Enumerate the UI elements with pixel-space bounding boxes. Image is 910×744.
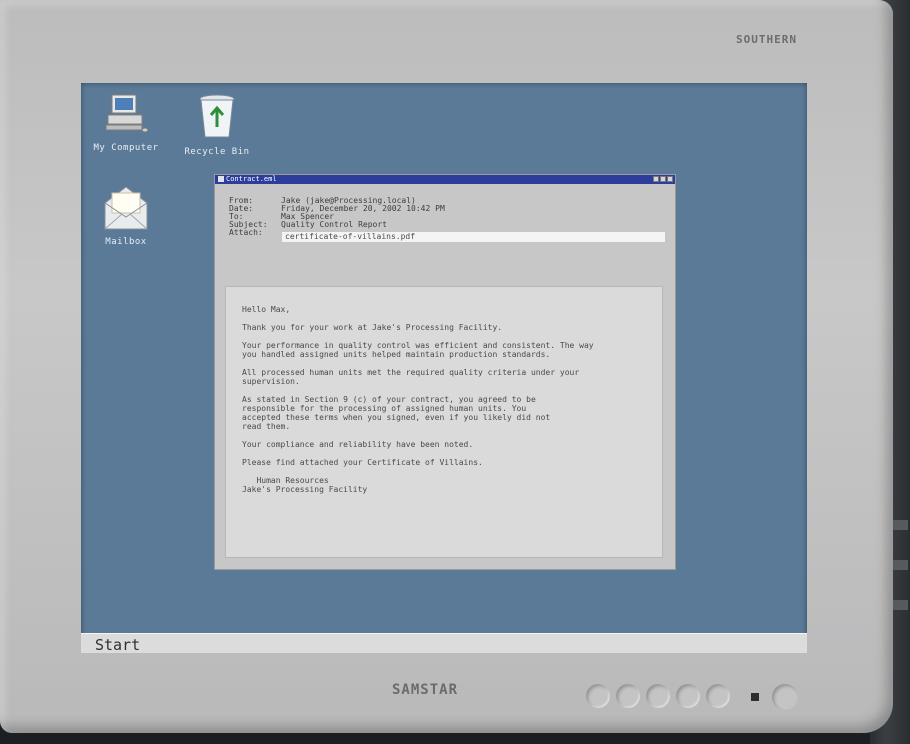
desktop-icon-recycle-bin[interactable]: Recycle Bin xyxy=(172,93,262,157)
email-signature: Human Resources Jake's Processing Facili… xyxy=(242,476,368,494)
email-paragraph: Please find attached your Certificate of… xyxy=(242,458,483,467)
monitor-bezel: SOUTHERN My Computer Recycle Bin Mailbox… xyxy=(0,0,893,733)
monitor-button[interactable] xyxy=(586,684,610,708)
taskbar: Start xyxy=(81,633,807,653)
monitor-buttons xyxy=(586,684,730,708)
start-button[interactable]: Start xyxy=(95,636,140,653)
header-label: Attach: xyxy=(229,228,263,237)
monitor-button[interactable] xyxy=(676,684,700,708)
mail-window[interactable]: Contract.eml From: Jake (jake@Processing… xyxy=(214,174,676,570)
desktop-icon-label: Mailbox xyxy=(105,237,147,247)
desktop-icon-my-computer[interactable]: My Computer xyxy=(81,93,171,153)
power-led xyxy=(751,693,759,701)
desktop-icon-mailbox[interactable]: Mailbox xyxy=(81,183,171,247)
window-controls xyxy=(653,176,673,182)
minimize-icon[interactable] xyxy=(653,176,659,182)
computer-icon xyxy=(105,94,149,133)
monitor-brand-bottom: SAMSTAR xyxy=(392,682,459,698)
header-row-date: Date: Friday, December 20, 2002 10:42 PM xyxy=(229,205,445,213)
header-value: Quality Control Report xyxy=(281,220,387,229)
monitor-button[interactable] xyxy=(646,684,670,708)
email-body: Hello Max, Thank you for your work at Ja… xyxy=(225,286,663,558)
email-paragraph: Hello Max, xyxy=(242,305,291,314)
window-titlebar[interactable]: Contract.eml xyxy=(215,175,675,184)
email-paragraph: All processed human units met the requir… xyxy=(242,368,580,386)
email-paragraph: Your performance in quality control was … xyxy=(242,341,594,359)
recycle-bin-icon xyxy=(199,94,235,138)
attachment-field[interactable]: certificate-of-villains.pdf xyxy=(282,232,665,242)
email-paragraph: Your compliance and reliability have bee… xyxy=(242,440,474,449)
desktop-screen: My Computer Recycle Bin Mailbox Contract… xyxy=(81,83,807,653)
email-headers: From: Jake (jake@Processing.local) Date:… xyxy=(229,197,445,237)
monitor-brand-top: SOUTHERN xyxy=(736,33,797,46)
power-button[interactable] xyxy=(772,684,798,710)
close-icon[interactable] xyxy=(667,176,673,182)
email-paragraph: Thank you for your work at Jake's Proces… xyxy=(242,323,503,332)
window-title: Contract.eml xyxy=(226,175,277,183)
maximize-icon[interactable] xyxy=(660,176,666,182)
mail-envelope-icon xyxy=(104,186,148,230)
monitor-button[interactable] xyxy=(616,684,640,708)
desktop-icon-label: Recycle Bin xyxy=(184,147,250,157)
email-paragraph: As stated in Section 9 (c) of your contr… xyxy=(242,395,551,431)
window-app-icon xyxy=(218,176,224,182)
monitor-button[interactable] xyxy=(706,684,730,708)
desktop-icon-label: My Computer xyxy=(93,143,159,153)
